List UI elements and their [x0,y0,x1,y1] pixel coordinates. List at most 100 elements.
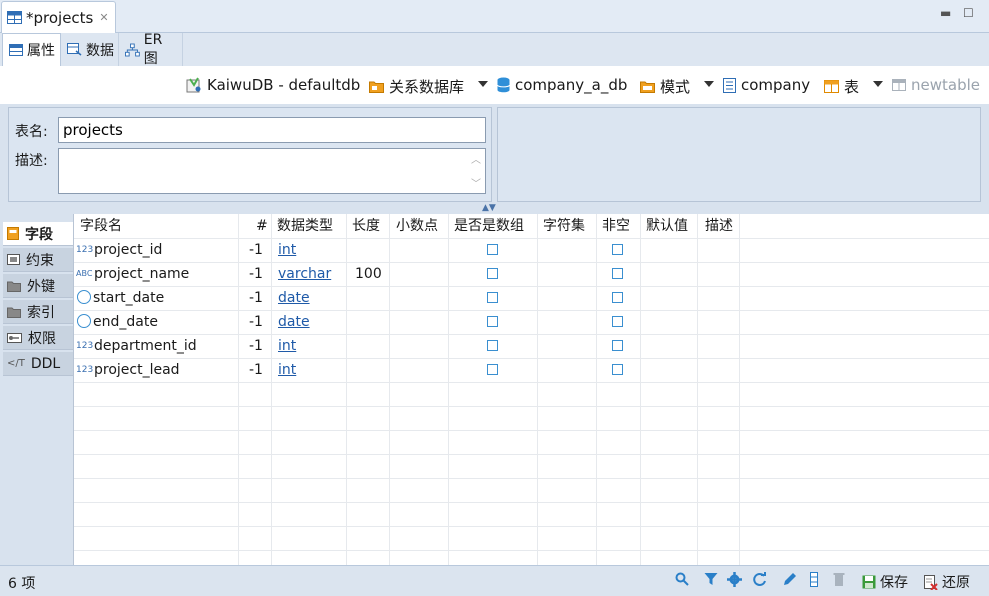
breadcrumb-schema[interactable]: company [723,76,810,94]
search-icon[interactable] [675,572,689,590]
revert-button[interactable]: 还原 [924,572,970,592]
tab-er-diagram[interactable]: ER 图 [119,32,183,67]
tab-constraints[interactable]: 约束 [3,248,73,272]
tab-properties-label: 属性 [27,43,55,59]
breadcrumb-schema-kind-label: 模式 [660,78,691,96]
scroll-up-icon[interactable]: ︿ [471,151,481,166]
chevron-down-icon[interactable] [704,81,714,87]
column-add-icon[interactable] [809,572,819,591]
item-count: 6 项 [8,576,36,592]
table-row[interactable]: end_date [77,310,158,334]
string-type-icon: ABC [76,269,93,278]
grid-divider [238,214,239,565]
table-row[interactable]: start_date [77,286,164,310]
grid-divider [596,214,597,565]
filter-icon[interactable] [704,572,718,590]
tab-properties[interactable]: 属性 [2,33,61,66]
tab-indexes[interactable]: 索引 [3,300,73,324]
minimize-icon[interactable]: ▬ [940,6,951,20]
column-name-cell: department_id [94,338,197,354]
chevron-down-icon[interactable] [873,81,883,87]
breadcrumb-schema-kind[interactable]: 模式 [640,76,690,97]
tab-columns-label: 字段 [25,226,53,243]
editor-tab-projects[interactable]: *projects ✕ [1,1,116,33]
column-header-length[interactable]: 长度 [347,214,380,238]
column-header-data-type[interactable]: 数据类型 [272,214,333,238]
table-icon [9,44,23,56]
breadcrumb-object-kind[interactable]: 表 [824,76,859,97]
grid-divider [74,334,989,335]
column-header-scale[interactable]: 小数点 [391,214,438,238]
is-array-checkbox[interactable] [487,364,498,375]
chevron-down-icon[interactable] [478,81,488,87]
maximize-icon[interactable]: ☐ [963,6,974,20]
splitter-handle[interactable]: ▲▼ [482,203,496,213]
kaiwudb-icon [186,77,201,93]
tab-ddl[interactable]: </T DDL [3,352,73,376]
is-array-checkbox[interactable] [487,292,498,303]
column-type-link[interactable]: date [278,286,310,310]
is-array-checkbox[interactable] [487,340,498,351]
breadcrumb-db-type[interactable]: 关系数据库 [369,76,464,97]
grid-divider [74,310,989,311]
breadcrumb-connection-label: KaiwuDB - defaultdb [207,76,361,94]
tab-columns[interactable]: 字段 [3,222,74,246]
is-array-checkbox[interactable] [487,268,498,279]
not-null-checkbox[interactable] [612,292,623,303]
refresh-icon[interactable] [752,572,767,591]
description-textarea[interactable]: ︿ ﹀ [58,148,486,194]
not-null-checkbox[interactable] [612,268,623,279]
column-header-is-array[interactable]: 是否是数组 [449,214,524,238]
column-header-position[interactable]: # [251,214,268,238]
column-name-cell: project_name [94,266,190,282]
breadcrumb: KaiwuDB - defaultdb 关系数据库 company_a_db 模… [0,66,989,104]
grid-divider [74,358,989,359]
tab-foreign-keys[interactable]: 外键 [3,274,73,298]
table-row[interactable]: 123department_id [76,334,197,358]
column-type-link[interactable]: date [278,310,310,334]
schema-icon [723,77,736,93]
grid-divider [74,382,989,383]
column-header-default[interactable]: 默认值 [641,214,688,238]
edit-icon[interactable] [782,572,797,591]
not-null-checkbox[interactable] [612,244,623,255]
table-name-input[interactable] [58,117,486,143]
not-null-checkbox[interactable] [612,364,623,375]
grid-divider [74,406,989,407]
status-bar: 6 项 保存 还原 [0,565,989,596]
table-row[interactable]: ABC project_name [76,262,189,286]
column-position-cell: -1 [249,266,263,282]
breadcrumb-database[interactable]: company_a_db [497,76,627,94]
tab-permissions[interactable]: 权限 [3,326,73,350]
column-type-link[interactable]: int [278,334,296,358]
delete-icon[interactable] [833,572,845,591]
constraint-icon [7,254,20,265]
grid-divider [739,214,740,565]
table-row[interactable]: 123project_lead [76,358,180,382]
grid-divider [346,214,347,565]
column-type-link[interactable]: varchar [278,262,331,286]
column-header-description[interactable]: 描述 [700,214,733,238]
column-header-name[interactable]: 字段名 [75,214,122,238]
table-row[interactable]: 123project_id [76,238,162,262]
scroll-down-icon[interactable]: ﹀ [471,175,481,190]
column-header-not-null[interactable]: 非空 [597,214,630,238]
not-null-checkbox[interactable] [612,340,623,351]
save-button[interactable]: 保存 [862,572,908,592]
breadcrumb-connection[interactable]: KaiwuDB - defaultdb [186,76,360,94]
numeric-type-icon: 123 [76,341,94,351]
is-array-checkbox[interactable] [487,316,498,327]
tab-data[interactable]: 数据 [61,33,119,66]
gear-icon[interactable] [727,572,742,591]
close-icon[interactable]: ✕ [99,11,108,24]
column-position-cell: -1 [249,338,263,354]
not-null-checkbox[interactable] [612,316,623,327]
is-array-checkbox[interactable] [487,244,498,255]
column-header-charset[interactable]: 字符集 [538,214,585,238]
grid-divider [74,238,989,239]
column-type-link[interactable]: int [278,358,296,382]
grid-divider [74,262,989,263]
column-type-link[interactable]: int [278,238,296,262]
grid-divider [271,214,272,565]
breadcrumb-object-kind-label: 表 [844,78,860,96]
